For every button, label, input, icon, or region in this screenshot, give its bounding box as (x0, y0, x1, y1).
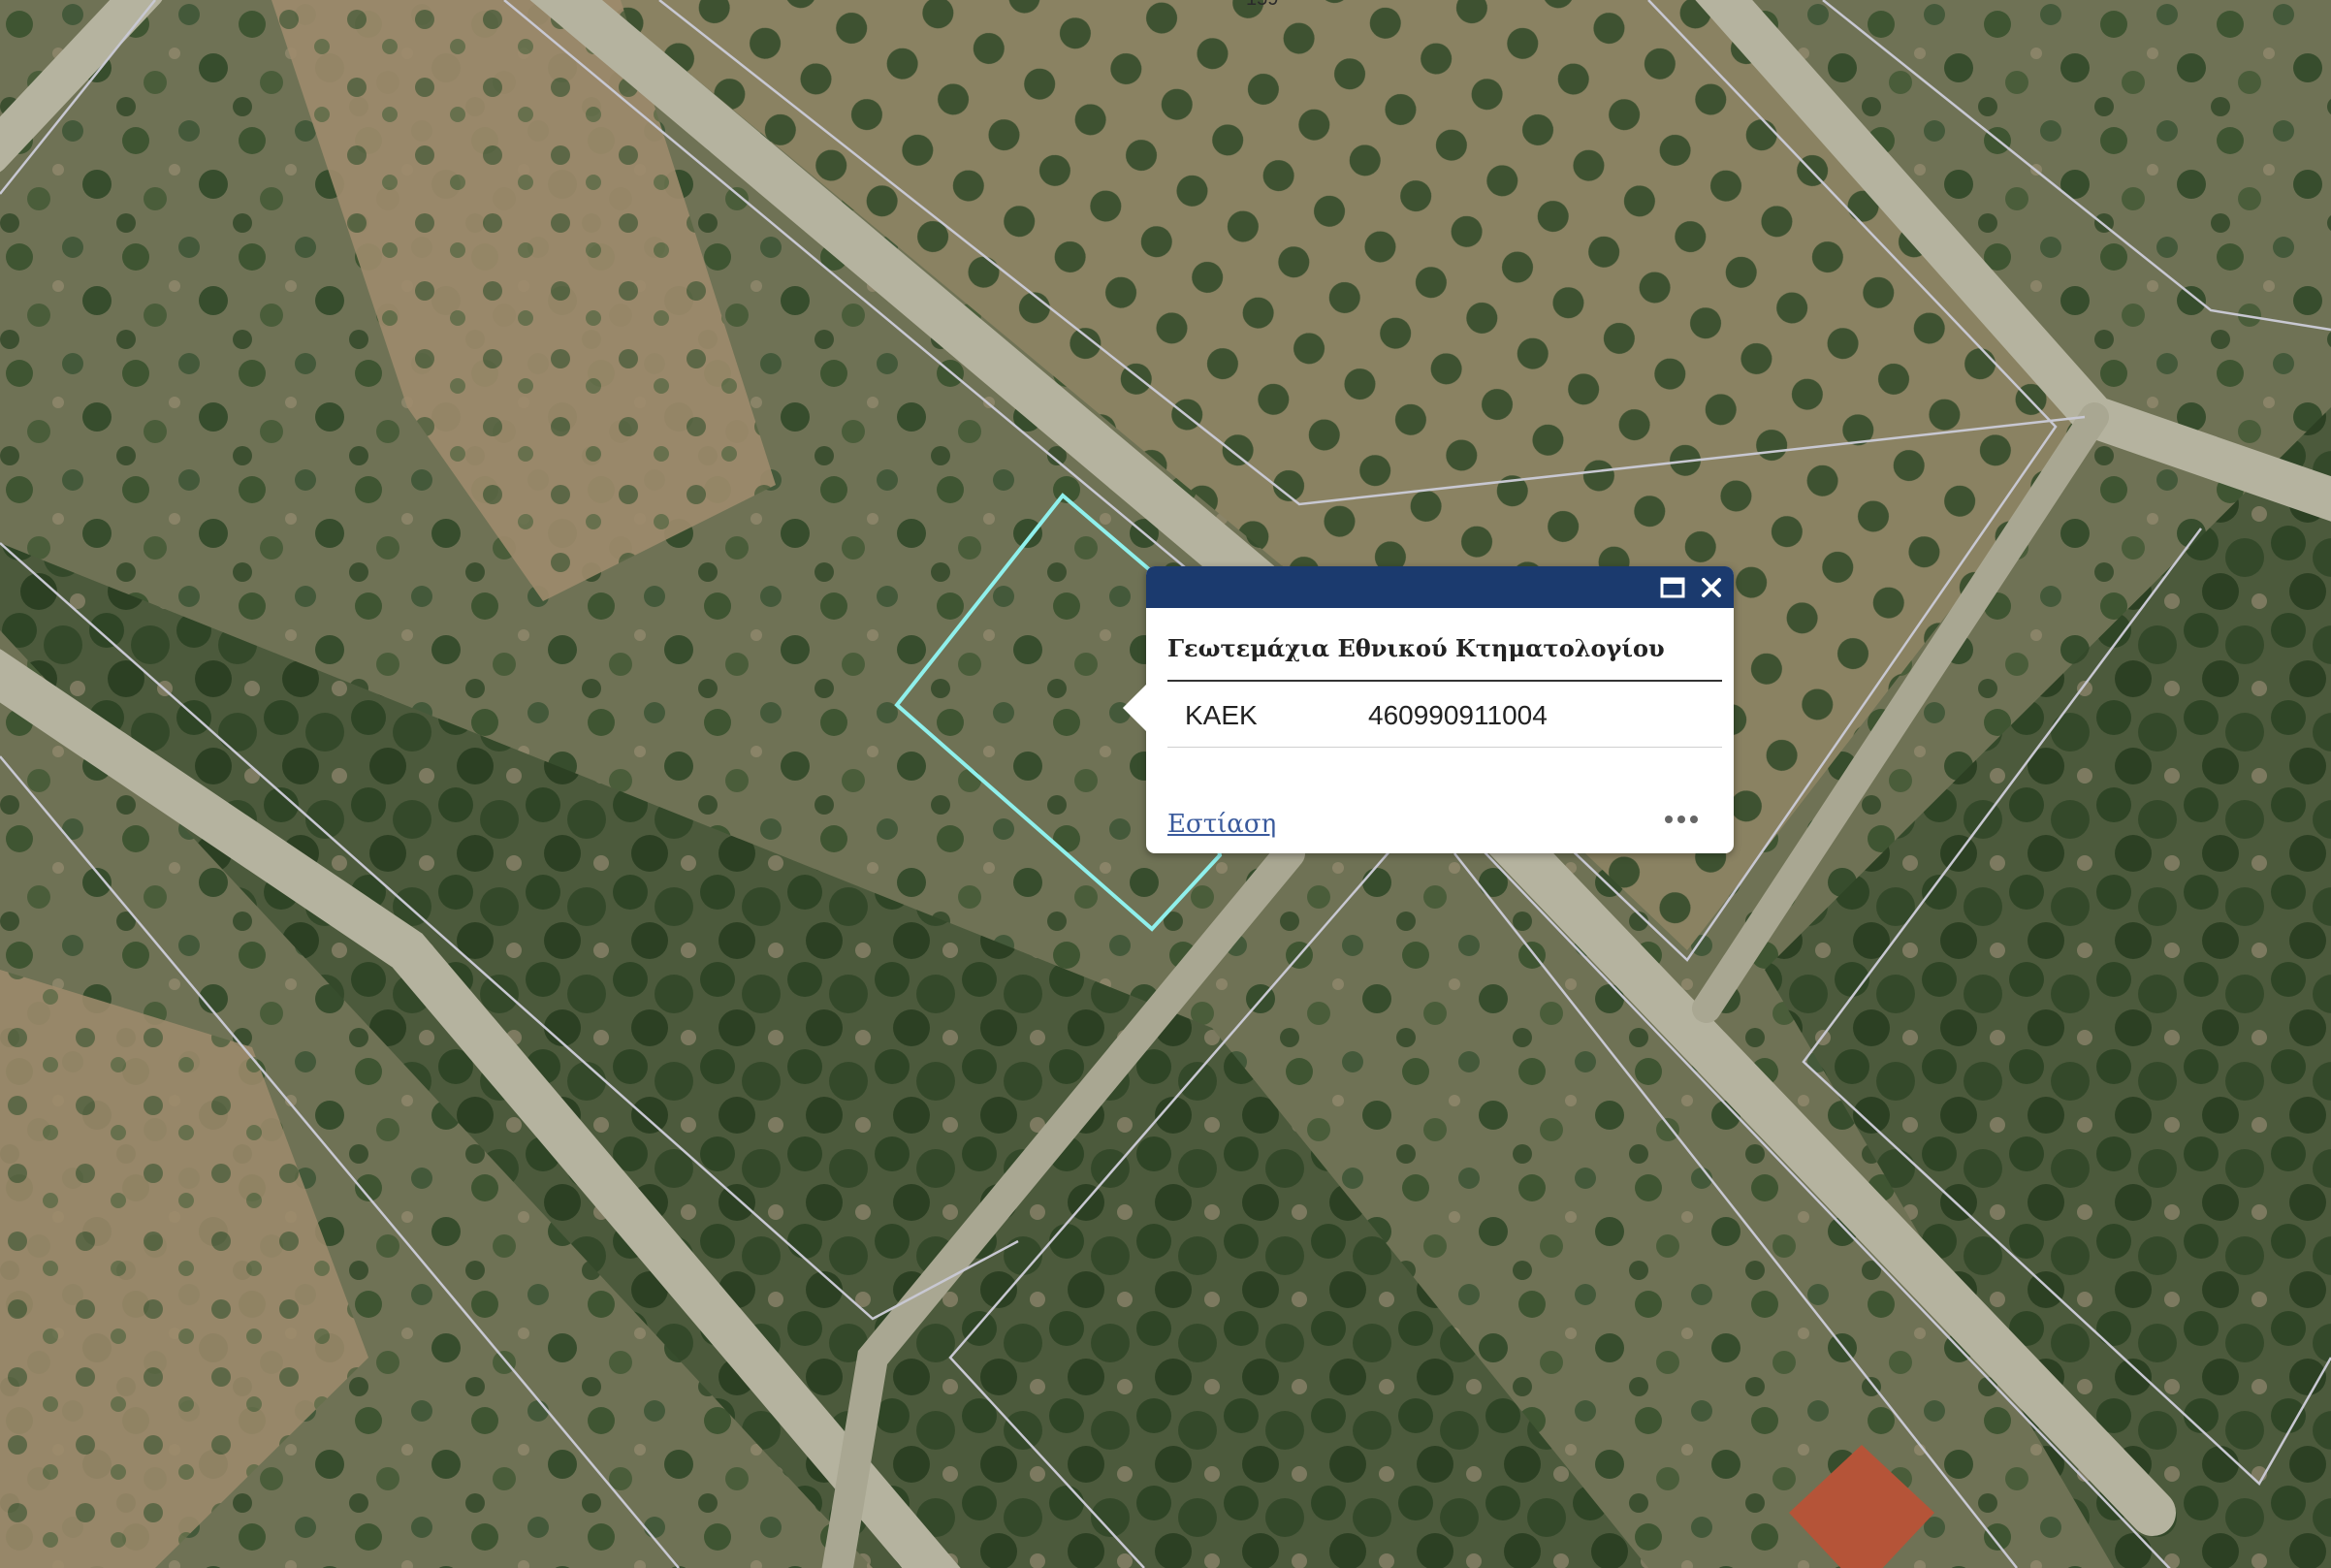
close-icon[interactable] (1695, 571, 1728, 604)
attribute-row: ΚΑΕΚ 460990911004 (1167, 681, 1722, 748)
maximize-icon[interactable] (1656, 571, 1689, 604)
ellipsis-icon[interactable] (1660, 806, 1703, 833)
attribute-value: 460990911004 (1368, 700, 1548, 730)
ellipsis-dot (1690, 816, 1698, 823)
zoom-to-link[interactable]: Εστίαση (1167, 810, 1276, 839)
map-label: 159 (1246, 0, 1278, 11)
popup-title: Γεωτεμάχια Εθνικού Κτηματολογίου (1167, 634, 1665, 662)
ellipsis-dot (1665, 816, 1673, 823)
popup-header (1146, 566, 1734, 608)
ellipsis-dot (1677, 816, 1685, 823)
attribute-name: ΚΑΕΚ (1185, 700, 1258, 730)
feature-popup: Γεωτεμάχια Εθνικού Κτηματολογίου ΚΑΕΚ 46… (1122, 566, 1734, 853)
